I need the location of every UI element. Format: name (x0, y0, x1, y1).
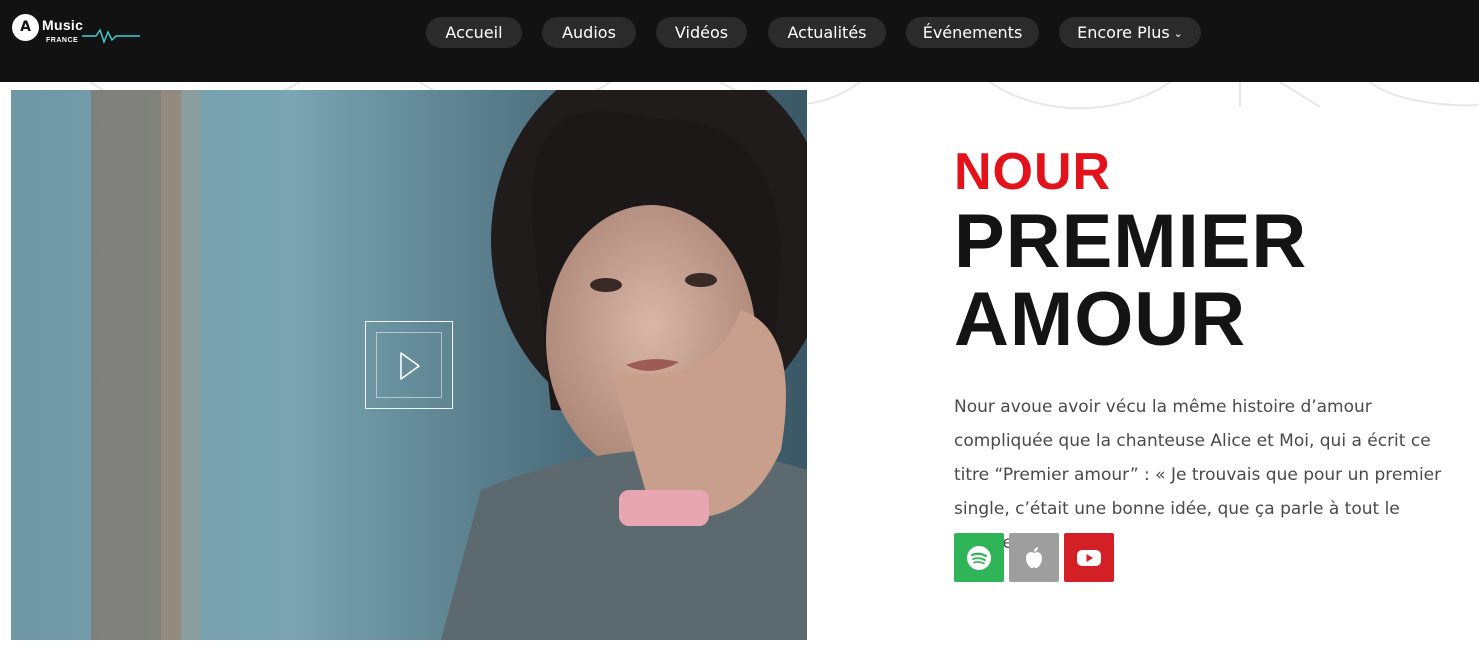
youtube-button[interactable] (1064, 533, 1114, 582)
chevron-down-icon: ⌄ (1173, 27, 1183, 40)
song-title-line-2: AMOUR (954, 277, 1247, 362)
nav-videos[interactable]: Vidéos (656, 17, 747, 48)
apple-icon (1026, 547, 1042, 568)
nav-actualites[interactable]: Actualités (768, 17, 886, 48)
youtube-icon (1077, 550, 1101, 566)
video-thumbnail[interactable] (11, 90, 807, 640)
top-navigation-bar: A Music FRANCE Accueil Audios Vidéos Act… (0, 0, 1479, 82)
nav-audios[interactable]: Audios (542, 17, 636, 48)
nav-label: Audios (562, 23, 616, 42)
nav-accueil[interactable]: Accueil (426, 17, 522, 48)
spotify-button[interactable] (954, 533, 1004, 582)
nav-label: Accueil (445, 23, 503, 42)
nav-label: Actualités (787, 23, 867, 42)
nav-label: Vidéos (674, 23, 729, 42)
spotify-icon (967, 546, 991, 570)
play-button[interactable] (365, 321, 453, 409)
play-icon (400, 352, 420, 380)
play-button-frame (376, 332, 442, 398)
apple-music-button[interactable] (1009, 533, 1059, 582)
nav-label: Encore Plus (1077, 23, 1170, 42)
main-nav: Accueil Audios Vidéos Actualités Événeme… (0, 17, 1479, 49)
song-title-line-1: PREMIER (954, 199, 1308, 284)
song-title: PREMIER AMOUR (954, 203, 1474, 359)
artist-name: NOUR (954, 143, 1112, 201)
nav-label: Événements (922, 23, 1023, 42)
nav-evenements[interactable]: Événements (906, 17, 1039, 48)
nav-encore-plus[interactable]: Encore Plus ⌄ (1059, 17, 1201, 48)
